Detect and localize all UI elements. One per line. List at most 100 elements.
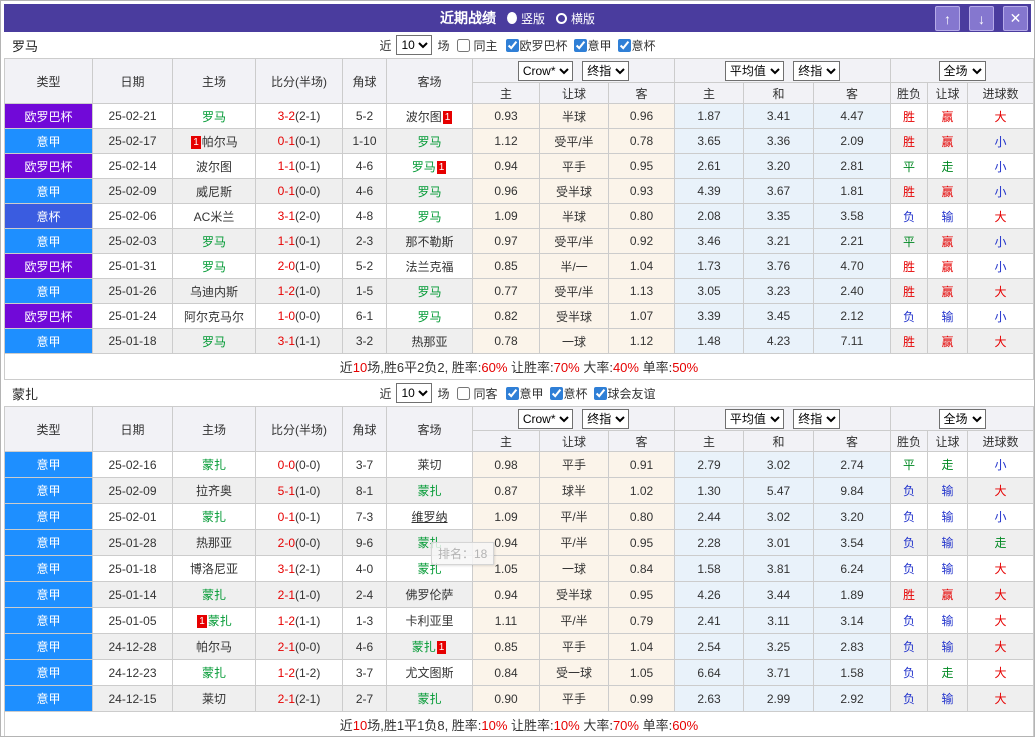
date-cell: 25-01-05: [92, 607, 173, 634]
close-button[interactable]: ✕: [1003, 6, 1028, 31]
team-link[interactable]: 帕尔马: [202, 135, 238, 149]
team-link[interactable]: 莱切: [202, 692, 226, 706]
odds-company-select[interactable]: Crow*: [517, 408, 573, 429]
move-up-button[interactable]: ↑: [935, 6, 960, 31]
handicap-away-odds-cell: 1.07: [607, 303, 676, 329]
team-link[interactable]: 蒙扎: [202, 458, 226, 472]
fulltime-score: 0-1: [277, 184, 295, 198]
team-link[interactable]: 帕尔马: [196, 640, 232, 654]
team-link[interactable]: 法兰克福: [405, 260, 453, 274]
date-cell: 25-02-17: [92, 128, 173, 154]
avg-draw-odds-cell: 3.25: [743, 633, 815, 660]
same-venue-checkbox[interactable]: [457, 38, 471, 52]
competition-checkbox[interactable]: [573, 38, 587, 52]
scope-select[interactable]: 全场: [938, 60, 986, 81]
team-link[interactable]: 尤文图斯: [405, 666, 453, 680]
halftime-score: (2-1): [295, 109, 321, 123]
rank-badge: 1: [191, 135, 201, 149]
match-count-select[interactable]: 10: [396, 383, 433, 403]
handicap-result-cell: 输: [927, 529, 969, 556]
team-link[interactable]: 罗马: [417, 135, 441, 149]
goals-result-cell: 大: [967, 607, 1034, 634]
team-link[interactable]: 蒙扎: [208, 614, 232, 628]
team-link[interactable]: 罗马: [417, 285, 441, 299]
avg-home-odds-cell: 6.64: [674, 659, 745, 686]
move-down-button[interactable]: ↓: [969, 6, 994, 31]
team-link[interactable]: 波尔图: [196, 160, 232, 174]
competition-cell: 欧罗巴杯: [4, 103, 93, 129]
fulltime-score: 2-1: [277, 639, 295, 654]
layout-option-horizontal[interactable]: 横版: [556, 10, 595, 27]
team-link[interactable]: 热那亚: [411, 335, 447, 349]
halftime-score: (0-0): [295, 639, 321, 654]
odds-time-select[interactable]: 终指: [582, 408, 630, 429]
score-cell: 3-1(1-1): [255, 328, 343, 354]
halftime-score: (0-1): [295, 234, 321, 248]
team-link[interactable]: 蒙扎: [202, 666, 226, 680]
team-link[interactable]: 佛罗伦萨: [405, 588, 453, 602]
team-link[interactable]: 波尔图: [406, 110, 442, 124]
match-row: 意甲 25-01-18 博洛尼亚 3-1(2-1) 4-0 蒙扎 1.05 一球 0.84 1.5…: [4, 555, 1034, 582]
average-select[interactable]: 平均值: [724, 408, 784, 429]
team-link[interactable]: 罗马: [417, 210, 441, 224]
team-link[interactable]: 拉齐奥: [196, 484, 232, 498]
team-link[interactable]: 维罗纳: [411, 510, 447, 524]
team-link[interactable]: 那不勒斯: [405, 235, 453, 249]
corners-cell: 1-5: [342, 278, 387, 304]
team-link[interactable]: 罗马: [202, 235, 226, 249]
odds-company-select[interactable]: Crow*: [517, 60, 573, 81]
team-link[interactable]: AC米兰: [194, 210, 235, 224]
match-row: 意甲 25-01-18 罗马 3-1(1-1) 3-2 热那亚 0.78 一球 1.12 1.48…: [4, 328, 1034, 354]
summary-segment: 70%: [612, 718, 639, 733]
competition-cell: 意甲: [4, 529, 93, 556]
competition-checkbox[interactable]: [505, 386, 519, 400]
team-link[interactable]: 热那亚: [196, 536, 232, 550]
team-link[interactable]: 罗马: [417, 310, 441, 324]
result-cell: 负: [890, 203, 929, 229]
team-link[interactable]: 蒙扎: [412, 640, 436, 654]
up-arrow-icon: ↑: [944, 10, 951, 27]
team-link[interactable]: 蒙扎: [417, 484, 441, 498]
team-link[interactable]: 博洛尼亚: [190, 562, 238, 576]
games-label: 场: [437, 38, 450, 53]
team-link[interactable]: 阿尔克马尔: [184, 310, 244, 324]
competition-checkbox[interactable]: [593, 386, 607, 400]
handicap-home-odds-cell: 0.98: [472, 451, 540, 478]
average-select[interactable]: 平均值: [724, 60, 784, 81]
competition-filter: 意甲: [500, 385, 544, 402]
layout-option-vertical[interactable]: 竖版: [506, 10, 545, 27]
average-time-select[interactable]: 终指: [793, 408, 841, 429]
competition-checkbox[interactable]: [505, 38, 519, 52]
team-link[interactable]: 罗马: [202, 335, 226, 349]
competition-cell: 意甲: [4, 328, 93, 354]
avg-draw-odds-cell: 3.67: [743, 178, 815, 204]
match-count-select[interactable]: 10: [396, 35, 433, 55]
date-cell: 24-12-28: [92, 633, 173, 660]
competition-checkbox[interactable]: [617, 38, 631, 52]
competition-cell: 意甲: [4, 633, 93, 660]
team-link[interactable]: 罗马: [417, 185, 441, 199]
average-time-select[interactable]: 终指: [793, 60, 841, 81]
odds-time-select[interactable]: 终指: [582, 60, 630, 81]
summary-segment: 50%: [672, 360, 699, 375]
away-team-cell: 莱切: [386, 451, 473, 478]
scope-select[interactable]: 全场: [938, 408, 986, 429]
team-link[interactable]: 威尼斯: [196, 185, 232, 199]
goals-result-cell: 小: [967, 178, 1034, 204]
team-link[interactable]: 蒙扎: [202, 588, 226, 602]
sub-col-header: 主: [674, 82, 745, 104]
corners-cell: 4-8: [342, 203, 387, 229]
team-link[interactable]: 蒙扎: [202, 510, 226, 524]
goals-result-cell: 大: [967, 659, 1034, 686]
team-link[interactable]: 乌迪内斯: [190, 285, 238, 299]
team-link[interactable]: 蒙扎: [417, 692, 441, 706]
team-link[interactable]: 罗马: [202, 260, 226, 274]
competition-checkbox[interactable]: [549, 386, 563, 400]
competition-filter: 欧罗巴杯: [500, 37, 568, 54]
team-link[interactable]: 罗马: [412, 160, 436, 174]
same-venue-checkbox[interactable]: [457, 386, 471, 400]
competition-cell: 意甲: [4, 228, 93, 254]
team-link[interactable]: 卡利亚里: [405, 614, 453, 628]
team-link[interactable]: 莱切: [417, 458, 441, 472]
team-link[interactable]: 罗马: [202, 110, 226, 124]
